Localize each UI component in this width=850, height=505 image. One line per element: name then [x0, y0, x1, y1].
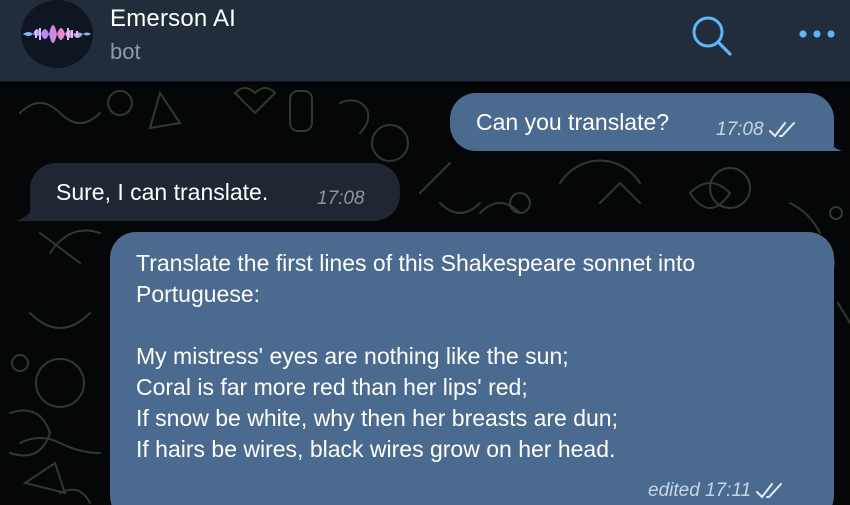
message-bubble-outgoing[interactable]: Translate the first lines of this Shakes… [110, 232, 834, 505]
message-text: Can you translate? [476, 109, 670, 135]
message-time: edited 17:11 [648, 480, 752, 501]
message-bubble-incoming[interactable]: Sure, I can translate. 17:08 [30, 163, 400, 221]
message-line: If hairs be wires, black wires grow on h… [136, 436, 616, 462]
bubble-tail [818, 133, 842, 151]
chat-header: Emerson AI bot [0, 0, 850, 82]
message-time: 17:08 [716, 119, 764, 140]
message-line: Portuguese: [136, 281, 261, 307]
message-meta: 17:08 [716, 114, 798, 145]
chat-area[interactable]: Can you translate? 17:08 Sure, I can tra… [0, 83, 850, 505]
message-time: 17:08 [317, 188, 365, 209]
more-options-button[interactable] [796, 24, 838, 44]
voice-waveform-icon [23, 25, 91, 43]
message-meta: edited 17:11 [648, 475, 785, 505]
chat-title: Emerson AI [110, 5, 237, 32]
message-line: If snow be white, why then her breasts a… [136, 405, 618, 431]
message-bubble-outgoing[interactable]: Can you translate? 17:08 [450, 93, 834, 151]
more-dots-icon [799, 30, 835, 38]
message-line: My mistress' eyes are nothing like the s… [136, 343, 569, 369]
message-line: Translate the first lines of this Shakes… [136, 250, 696, 276]
message-text: Sure, I can translate. [56, 179, 269, 205]
message-line: Coral is far more red than her lips' red… [136, 374, 528, 400]
search-button[interactable] [688, 12, 734, 58]
double-check-icon [768, 121, 795, 138]
double-check-icon [756, 482, 783, 499]
avatar[interactable] [21, 0, 93, 68]
chat-subtitle: bot [110, 39, 141, 64]
message-line [136, 310, 810, 341]
search-icon [692, 16, 732, 56]
message-meta: 17:08 [317, 183, 365, 214]
bubble-tail [16, 203, 40, 221]
